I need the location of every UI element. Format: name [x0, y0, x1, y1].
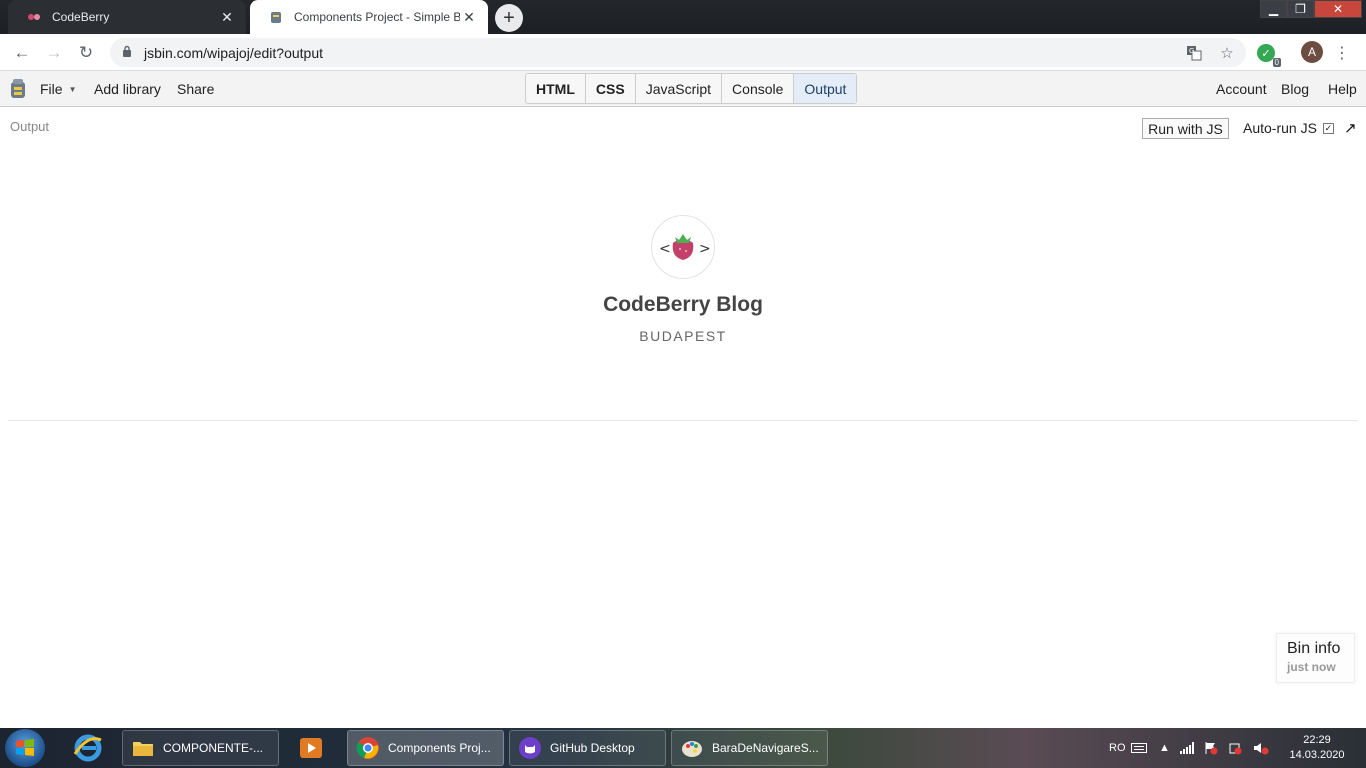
clock-time: 22:29 [1303, 734, 1331, 746]
tab-close-icon[interactable]: ✕ [460, 8, 478, 26]
window-minimize-button[interactable]: ▁ [1260, 0, 1287, 18]
chrome-icon [356, 737, 379, 759]
tab-title: CodeBerry [52, 10, 110, 24]
help-link[interactable]: Help [1328, 71, 1357, 107]
output-panel-label: Output [10, 119, 50, 134]
codeberry-logo-icon: < > [659, 234, 711, 260]
autorun-label: Auto-run JS [1243, 120, 1317, 136]
browser-toolbar: ← → ↻ jsbin.com/wipajoj/edit?output G ☆ … [0, 34, 1366, 71]
tab-title: Components Project - Simple Blo [294, 10, 460, 24]
autorun-toggle[interactable]: Auto-run JS ✓ [1243, 120, 1334, 136]
lock-icon [122, 45, 136, 60]
taskbar-item-chrome[interactable]: Components Proj... [347, 730, 504, 766]
jsbin-favicon-icon [268, 9, 284, 25]
blog-title: CodeBerry Blog [603, 293, 763, 316]
paint-icon [682, 741, 702, 757]
browser-menu-icon[interactable]: ⋮ [1334, 42, 1350, 64]
forward-arrow-icon[interactable]: → [43, 42, 65, 64]
start-button[interactable] [5, 729, 45, 767]
taskbar-item-explorer[interactable]: COMPONENTE-... [122, 730, 279, 766]
system-clock[interactable]: 22:29 14.03.2020 [1282, 733, 1352, 763]
bin-info-subtitle: just now [1287, 660, 1336, 674]
taskbar-item-github[interactable]: GitHub Desktop [509, 730, 666, 766]
panel-console-button[interactable]: Console [722, 74, 795, 103]
volume-muted-icon[interactable] [1253, 728, 1269, 768]
svg-text:>: > [699, 241, 711, 257]
account-link[interactable]: Account [1216, 71, 1267, 107]
show-hidden-icons-icon[interactable]: ▲ [1159, 728, 1170, 768]
bookmark-star-icon[interactable]: ☆ [1217, 43, 1237, 63]
action-center-flag-icon[interactable] [1204, 728, 1218, 768]
bin-info-title: Bin info [1287, 640, 1341, 657]
internet-explorer-icon[interactable] [72, 730, 104, 766]
browser-tab-strip: CodeBerry ✕ Components Project - Simple … [0, 0, 1366, 34]
address-bar[interactable]: jsbin.com/wipajoj/edit?output [110, 38, 1246, 67]
bin-info-panel[interactable]: Bin info just now [1276, 633, 1355, 683]
svg-text:<: < [659, 241, 671, 257]
clock-date: 14.03.2020 [1289, 749, 1345, 761]
extension-shield-icon[interactable]: ✓ 0 [1257, 44, 1281, 67]
taskbar-item-paint[interactable]: BaraDeNavigareS... [671, 730, 828, 766]
language-indicator[interactable]: RO [1109, 728, 1126, 768]
panel-html-button[interactable]: HTML [526, 74, 586, 103]
folder-icon [133, 742, 153, 756]
jsbin-toolbar: File ▼ Add library Share HTML CSS JavaScr… [0, 71, 1366, 107]
run-with-js-button[interactable]: Run with JS [1142, 118, 1229, 139]
browser-tab-components[interactable]: Components Project - Simple Blo ✕ [250, 0, 488, 34]
github-icon [519, 737, 541, 759]
browser-tab-codeberry[interactable]: CodeBerry ✕ [8, 0, 246, 34]
power-icon[interactable] [1228, 728, 1242, 768]
blog-logo: < > [651, 215, 715, 279]
codeberry-favicon-icon [26, 9, 42, 25]
back-arrow-icon[interactable]: ← [11, 42, 33, 64]
caret-down-icon: ▼ [68, 84, 77, 94]
keyboard-icon[interactable] [1131, 728, 1147, 768]
url-text: jsbin.com/wipajoj/edit?output [144, 44, 323, 61]
translate-icon[interactable]: G [1184, 43, 1204, 63]
panel-output-button[interactable]: Output [794, 74, 857, 103]
windows-logo-icon [16, 739, 34, 756]
blog-link[interactable]: Blog [1281, 71, 1309, 107]
tab-close-icon[interactable]: ✕ [218, 8, 236, 26]
profile-avatar[interactable]: A [1301, 41, 1323, 63]
divider [8, 420, 1358, 421]
popout-arrow-icon[interactable]: ↗ [1344, 119, 1357, 137]
jsbin-logo-icon[interactable] [8, 78, 28, 100]
new-tab-button[interactable]: + [495, 4, 523, 32]
blog-subtitle: BUDAPEST [639, 328, 727, 344]
file-menu[interactable]: File ▼ [40, 71, 76, 107]
svg-text:G: G [1189, 47, 1194, 55]
media-player-icon[interactable] [297, 730, 325, 766]
panel-css-button[interactable]: CSS [586, 74, 636, 103]
share-menu[interactable]: Share [177, 71, 214, 107]
autorun-checkbox[interactable]: ✓ [1322, 122, 1334, 134]
window-restore-button[interactable]: ❐ [1287, 0, 1314, 18]
window-close-button[interactable]: ✕ [1314, 0, 1362, 18]
add-library-menu[interactable]: Add library [94, 71, 161, 107]
panel-switcher: HTML CSS JavaScript Console Output [525, 73, 858, 104]
panel-javascript-button[interactable]: JavaScript [636, 74, 723, 103]
reload-icon[interactable]: ↻ [75, 42, 97, 64]
network-signal-icon[interactable] [1180, 728, 1194, 768]
